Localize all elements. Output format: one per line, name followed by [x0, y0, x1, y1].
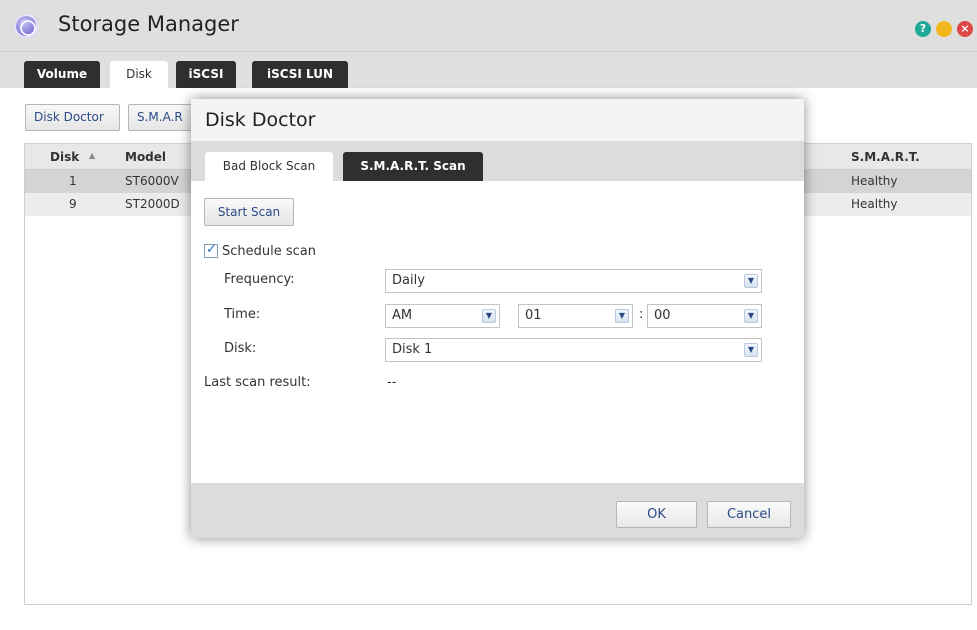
- frequency-select[interactable]: Daily ▼: [385, 269, 762, 293]
- storage-manager-icon: [14, 14, 38, 38]
- dialog-footer: OK Cancel: [191, 483, 804, 538]
- column-model[interactable]: Model: [125, 150, 166, 164]
- cell-disk: 9: [69, 197, 77, 211]
- chevron-down-icon: ▼: [482, 309, 496, 323]
- dialog-tab-strip: Bad Block Scan S.M.A.R.T. Scan: [191, 142, 804, 181]
- frequency-value: Daily: [392, 273, 425, 288]
- cell-smart: Healthy: [851, 174, 898, 188]
- last-scan-result-label: Last scan result:: [204, 375, 311, 390]
- cell-model: ST2000D: [125, 197, 180, 211]
- cell-disk: 1: [69, 174, 77, 188]
- schedule-scan-checkbox[interactable]: [204, 242, 218, 258]
- smart-button[interactable]: S.M.A.R: [128, 104, 198, 131]
- chevron-down-icon: ▼: [744, 343, 758, 357]
- minimize-icon[interactable]: [936, 21, 952, 37]
- time-separator: :: [639, 307, 644, 322]
- chevron-down-icon: ▼: [744, 309, 758, 323]
- tab-iscsi-lun[interactable]: iSCSI LUN: [252, 61, 348, 88]
- minute-select[interactable]: 00 ▼: [647, 304, 762, 328]
- ok-button[interactable]: OK: [616, 501, 697, 528]
- cancel-button[interactable]: Cancel: [707, 501, 791, 528]
- minute-value: 00: [654, 308, 671, 323]
- time-label: Time:: [224, 307, 261, 322]
- tab-volume[interactable]: Volume: [24, 61, 100, 88]
- tab-iscsi[interactable]: iSCSI: [176, 61, 236, 88]
- sort-ascending-icon: ▲: [89, 151, 96, 160]
- chevron-down-icon: ▼: [744, 274, 758, 288]
- help-icon[interactable]: ?: [915, 21, 931, 37]
- hour-select[interactable]: 01 ▼: [518, 304, 633, 328]
- close-icon[interactable]: ×: [957, 21, 973, 37]
- tab-smart-scan[interactable]: S.M.A.R.T. Scan: [343, 152, 483, 181]
- cell-smart: Healthy: [851, 197, 898, 211]
- last-scan-result-value: --: [387, 375, 397, 390]
- frequency-label: Frequency:: [224, 272, 295, 287]
- ampm-value: AM: [392, 308, 413, 323]
- dialog-title: Disk Doctor: [191, 99, 804, 142]
- tab-bad-block-scan[interactable]: Bad Block Scan: [205, 152, 333, 181]
- start-scan-button[interactable]: Start Scan: [204, 198, 294, 226]
- title-bar: Storage Manager ? ×: [0, 0, 977, 52]
- column-smart[interactable]: S.M.A.R.T.: [851, 150, 920, 164]
- tab-disk[interactable]: Disk: [110, 61, 168, 88]
- main-tab-strip: Volume Disk iSCSI iSCSI LUN: [0, 52, 977, 88]
- chevron-down-icon: ▼: [615, 309, 629, 323]
- hour-value: 01: [525, 308, 542, 323]
- cell-model: ST6000V: [125, 174, 179, 188]
- disk-doctor-button[interactable]: Disk Doctor: [25, 104, 120, 131]
- disk-value: Disk 1: [392, 342, 433, 357]
- window-title: Storage Manager: [58, 12, 239, 36]
- schedule-scan-label: Schedule scan: [222, 244, 316, 259]
- disk-select[interactable]: Disk 1 ▼: [385, 338, 762, 362]
- column-disk[interactable]: Disk: [50, 150, 79, 164]
- ampm-select[interactable]: AM ▼: [385, 304, 500, 328]
- disk-label: Disk:: [224, 341, 257, 356]
- disk-doctor-dialog: Disk Doctor Bad Block Scan S.M.A.R.T. Sc…: [191, 99, 804, 538]
